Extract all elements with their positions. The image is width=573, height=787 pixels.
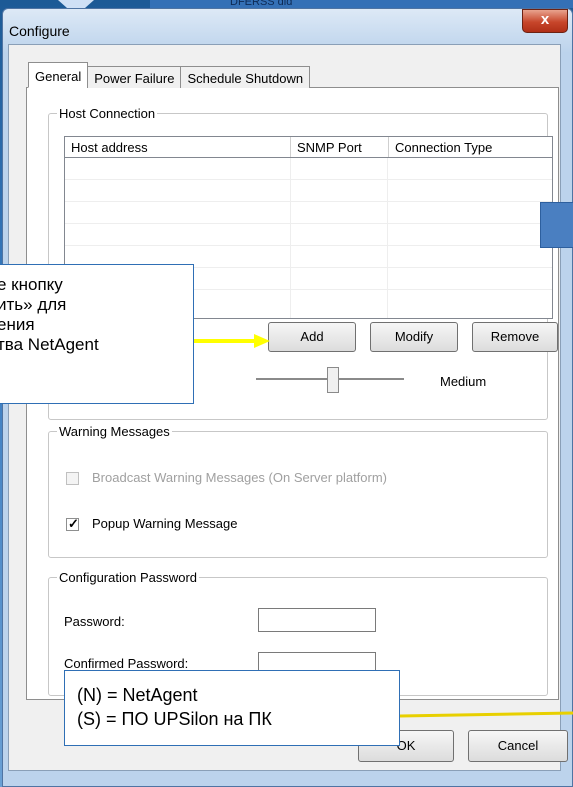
legend-callout: (N) = NetAgent (S) = ПО UPSilon на ПК	[64, 670, 400, 746]
add-arrow-head	[254, 334, 270, 348]
callout-line-3: ения	[0, 315, 35, 334]
callout-line-4: тва NetAgent	[0, 335, 99, 354]
legend-line-n: (N) = NetAgent	[77, 685, 198, 705]
callout-line-1: е кнопку	[0, 275, 63, 294]
add-button-callout: е кнопку ить» для ения тва NetAgent	[0, 264, 194, 404]
legend-pointer-line	[399, 711, 573, 718]
legend-line-s: (S) = ПО UPSilon на ПК	[77, 709, 272, 729]
callout-line-2: ить» для	[0, 295, 67, 314]
